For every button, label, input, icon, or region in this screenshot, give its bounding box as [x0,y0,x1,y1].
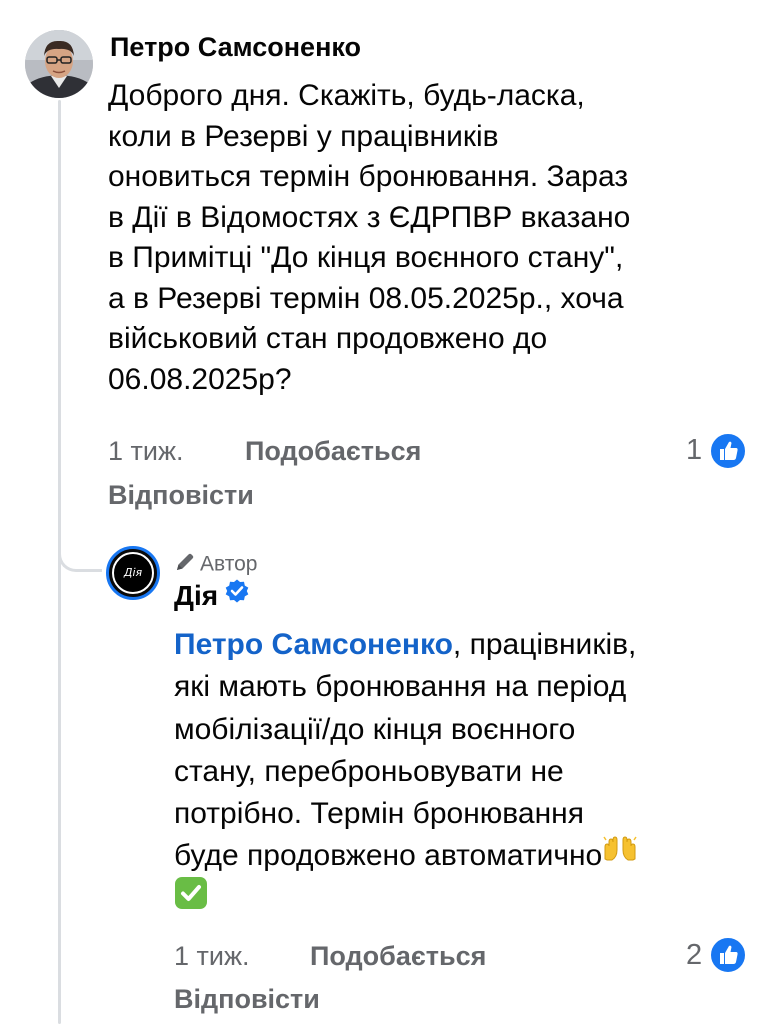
reply-text-line: стану, переброньовувати не [174,754,564,788]
comment-text-line: 06.08.2025р? [108,362,292,396]
comment-text-line: оновиться термін бронювання. Зараз [108,160,629,193]
comment-reaction-count[interactable]: 1 [686,434,702,467]
reply-text-line [174,876,754,925]
reply-text: Петро Самсоненко, працівників, які мають… [174,624,754,925]
reply-text-line: які мають бронювання на період [174,670,627,704]
pencil-icon [174,551,196,579]
avatar[interactable] [25,30,93,98]
reply-author-label: Дія [174,580,219,611]
reply-timestamp[interactable]: 1 тиж. [174,941,250,972]
avatar-text: Дія [112,552,154,594]
reply-text-line: буде продовжено автоматично [174,835,754,878]
raising-hands-emoji [602,833,638,875]
comment-text-line: в Примітці "До кінця воєнного стану", [108,241,624,274]
comment-text-line: Доброго дня. Скажіть, будь-ласка, [108,79,585,112]
author-badge-label: Автор [200,552,258,576]
comment-author-name[interactable]: Петро Самсоненко [110,32,361,63]
like-thumbs-up-icon[interactable] [709,936,747,974]
comment-text-line: військовий стан продовжено до [108,322,548,355]
reply-text-line: потрібно. Термін бронювання [174,797,584,831]
check-mark-emoji [174,876,208,922]
author-badge: Автор [174,551,257,579]
avatar[interactable]: Дія [106,546,160,600]
verified-badge-icon [224,578,250,611]
reply-text-fragment: буде продовжено автоматично [174,839,603,873]
reply-reply-button[interactable]: Відповісти [174,984,320,1015]
comment-text: Доброго дня. Скажіть, будь-ласка, коли в… [108,76,748,400]
comment-text-line: а в Резерві термін 08.05.2025р., хоча [108,281,624,315]
reply-text-line: Петро Самсоненко, працівників, [174,624,754,666]
comment-timestamp[interactable]: 1 тиж. [108,436,184,467]
reply-connector-line [58,528,102,572]
comment-text-line: в Дії в Відомостях з ЄДРПВР вказано [108,200,631,234]
reply-text-line: мобілізації/до кінця воєнного [174,712,576,746]
mention-link[interactable]: Петро Самсоненко [174,628,453,661]
reply-text-fragment: , працівників, [452,628,637,661]
reply-reaction-count[interactable]: 2 [686,939,702,972]
comment-text-line: коли в Резерві у працівників [108,119,499,153]
reply-like-button[interactable]: Подобається [310,941,486,972]
reply-author-name[interactable]: Дія [174,578,250,614]
like-thumbs-up-icon[interactable] [709,432,747,470]
comment-reply-button[interactable]: Відповісти [108,480,254,511]
comment-like-button[interactable]: Подобається [245,436,421,467]
